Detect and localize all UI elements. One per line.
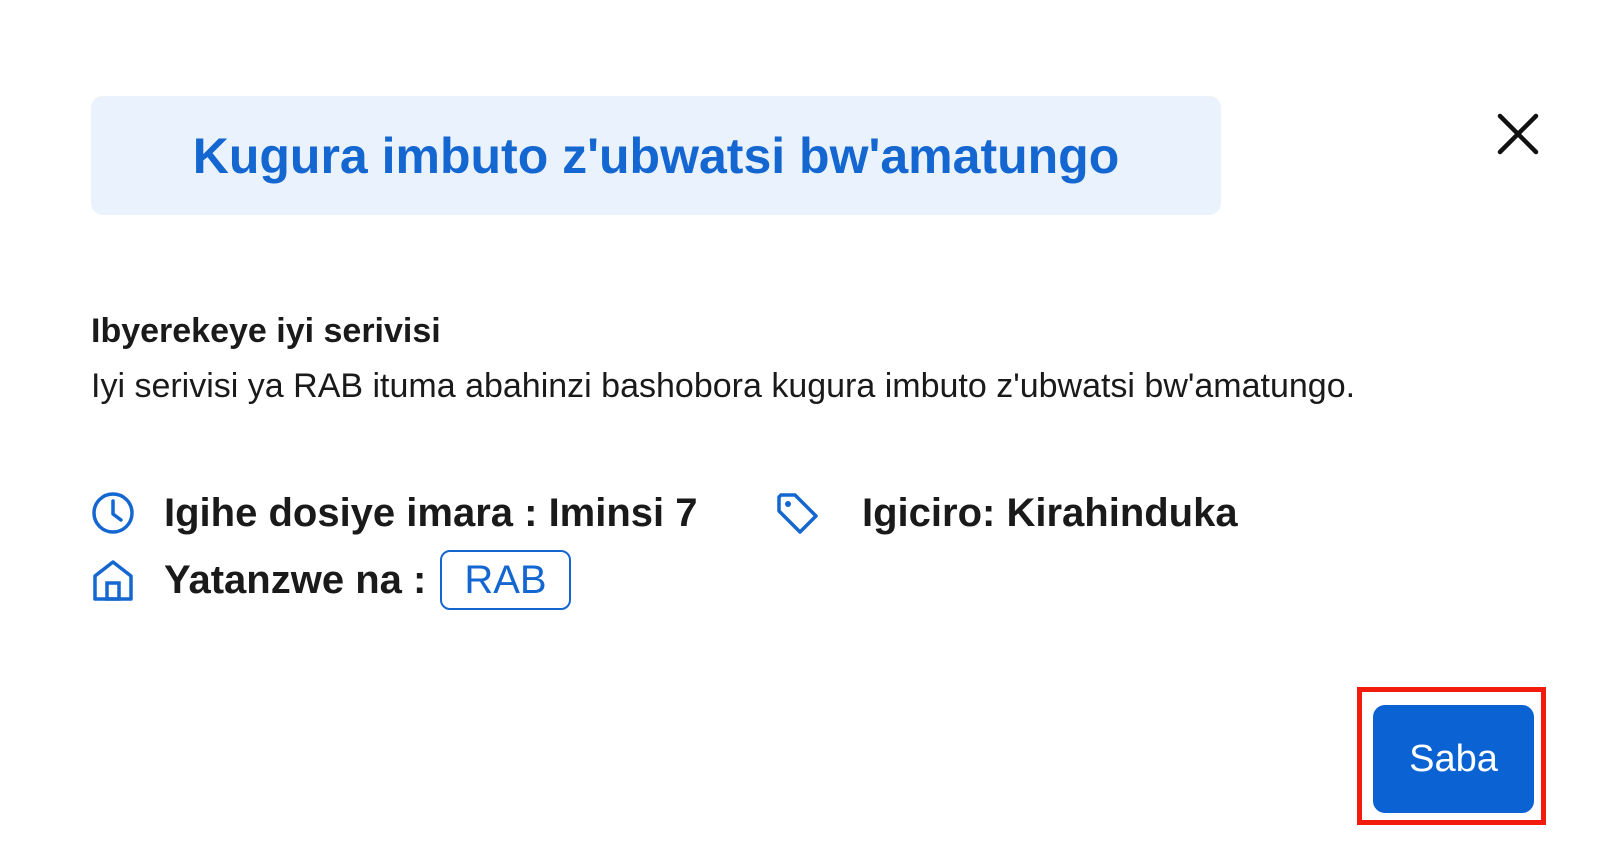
clock-icon — [90, 490, 136, 536]
duration-text: Igihe dosiye imara : Iminsi 7 — [164, 490, 698, 535]
service-modal: Kugura imbuto z'ubwatsi bw'amatungo Ibye… — [0, 0, 1600, 861]
close-icon — [1497, 113, 1539, 155]
provider-chip: RAB — [440, 550, 571, 610]
tag-icon — [774, 490, 820, 536]
modal-title: Kugura imbuto z'ubwatsi bw'amatungo — [192, 127, 1120, 184]
price-info: Igiciro: Kirahinduka — [774, 490, 1238, 536]
about-heading: Ibyerekeye iyi serivisi — [91, 312, 441, 350]
duration-info: Igihe dosiye imara : Iminsi 7 — [90, 490, 698, 536]
provider-info: Yatanzwe na : RAB — [90, 550, 571, 610]
building-icon — [90, 557, 136, 603]
close-button[interactable] — [1490, 106, 1546, 162]
apply-button[interactable]: Saba — [1373, 705, 1534, 813]
about-description: Iyi serivisi ya RAB ituma abahinzi basho… — [91, 367, 1356, 405]
price-text: Igiciro: Kirahinduka — [862, 490, 1238, 535]
title-banner: Kugura imbuto z'ubwatsi bw'amatungo — [91, 96, 1221, 215]
provider-label: Yatanzwe na : — [164, 557, 427, 602]
